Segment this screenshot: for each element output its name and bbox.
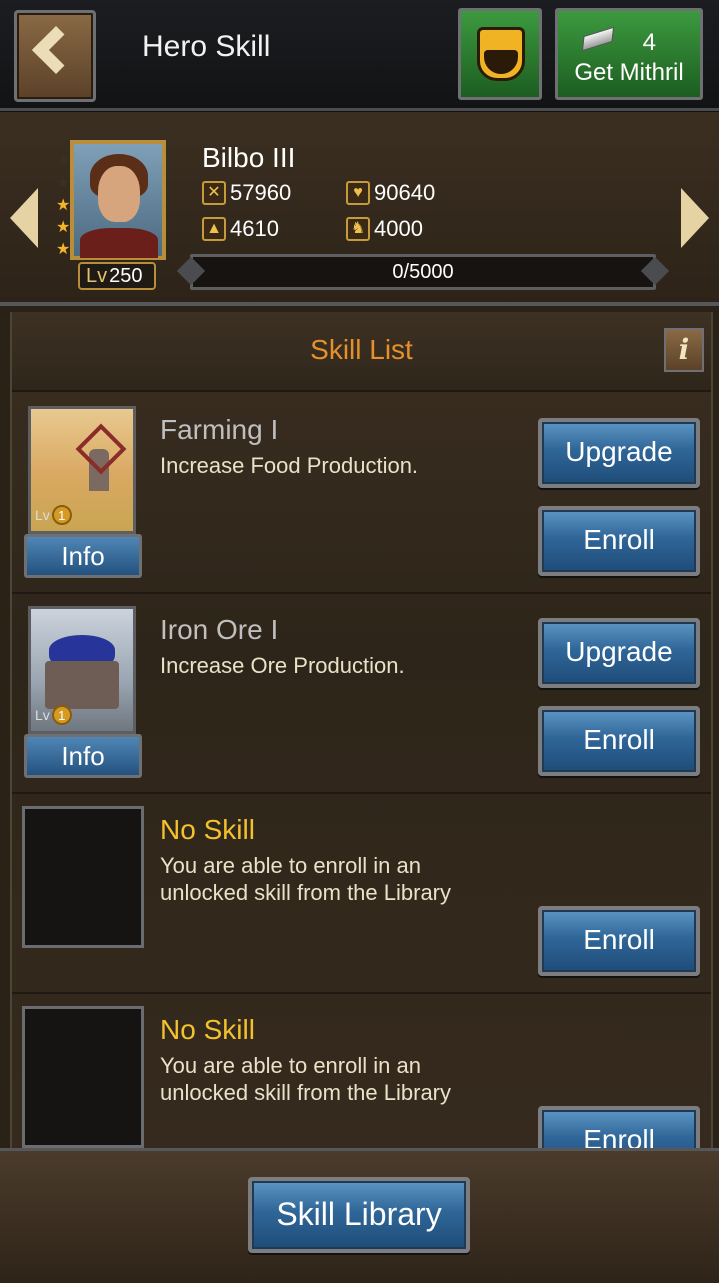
event-button[interactable] [458,8,542,100]
horse-icon: ♞ [346,217,370,241]
back-button[interactable] [14,10,96,102]
hero-portrait[interactable] [70,140,166,260]
empty-skill-slot [22,1006,144,1148]
upgrade-button[interactable]: Upgrade [538,418,700,488]
skill-row: No Skill You are able to enroll in an un… [12,792,711,994]
skill-row: No Skill You are able to enroll in an un… [12,992,711,1148]
skill-list[interactable]: Skill List i Lv 1 Info Farming I Increas… [10,312,713,1148]
stat-defense: ▲ 4610 [202,216,279,242]
star-icon: ★ [56,239,71,258]
bottom-bar: Skill Library [0,1148,719,1283]
level-prefix: Lv [86,265,108,287]
enroll-button[interactable]: Enroll [538,906,700,976]
skill-level: Lv 1 [35,505,72,525]
hero-name: Bilbo III [202,142,296,173]
enroll-button[interactable]: Enroll [538,706,700,776]
hero-level-badge: Lv 250 [78,262,156,290]
chevron-left-icon [31,25,81,75]
skill-name: Farming I [160,414,279,445]
stat-health-value: 90640 [374,180,436,205]
skill-list-title: Skill List [310,334,413,365]
skill-name: No Skill [160,814,255,845]
skill-row: Lv 1 Info Farming I Increase Food Produc… [12,392,711,594]
stat-attack: ✕ 57960 [202,180,291,206]
helmet-icon: ▲ [202,217,226,241]
skill-name: No Skill [160,1014,255,1045]
skill-description: You are able to enroll in an unlocked sk… [160,853,452,905]
skill-library-button[interactable]: Skill Library [248,1177,470,1253]
ore-cart-icon[interactable]: Lv 1 [28,606,136,734]
hero-level: 250 [109,265,143,287]
hero-stars: ★ ★ ★ ★ ★ [56,150,70,260]
skill-info-button[interactable]: Info [24,734,142,778]
empty-skill-slot [22,806,144,948]
star-icon: ★ [56,151,71,170]
mithril-count: 4 [642,29,656,56]
next-hero-arrow-icon[interactable] [681,188,709,248]
stat-health: ♥ 90640 [346,180,435,206]
previous-hero-arrow-icon[interactable] [10,188,38,248]
skill-description: Increase Ore Production. [160,653,405,678]
skill-description: You are able to enroll in an unlocked sk… [160,1053,452,1105]
get-mithril-label: Get Mithril [574,59,684,86]
skill-row: Lv 1 Info Iron Ore I Increase Ore Produc… [12,592,711,794]
skill-name: Iron Ore I [160,614,279,645]
windmill-icon[interactable]: Lv 1 [28,406,136,534]
skill-list-header: Skill List i [12,312,711,392]
stat-leadership-value: 4000 [374,216,423,241]
crossed-swords-icon: ✕ [202,181,226,205]
experience-text: 0/5000 [392,261,454,283]
heart-icon: ♥ [346,181,370,205]
top-bar: Hero Skill 4 Get Mithril [0,0,719,111]
stat-attack-value: 57960 [230,180,292,205]
skill-info-button[interactable]: Info [24,534,142,578]
star-icon: ★ [56,195,71,214]
get-mithril-button[interactable]: 4 Get Mithril [555,8,703,100]
enroll-button[interactable]: Enroll [538,506,700,576]
stat-defense-value: 4610 [230,216,279,241]
experience-bar: 0/5000 [190,254,656,290]
skill-level: Lv 1 [35,705,72,725]
star-icon: ★ [56,217,71,236]
page-title: Hero Skill [142,30,271,63]
skill-description: Increase Food Production. [160,453,419,478]
info-icon[interactable]: i [664,328,704,372]
stat-leadership: ♞ 4000 [346,216,423,242]
enroll-button[interactable]: Enroll [538,1106,700,1148]
hero-panel: ★ ★ ★ ★ ★ Lv 250 Bilbo III ✕ 57960 ♥ 9064… [0,112,719,306]
upgrade-button[interactable]: Upgrade [538,618,700,688]
pouch-icon [477,27,525,81]
star-icon: ★ [56,173,71,192]
